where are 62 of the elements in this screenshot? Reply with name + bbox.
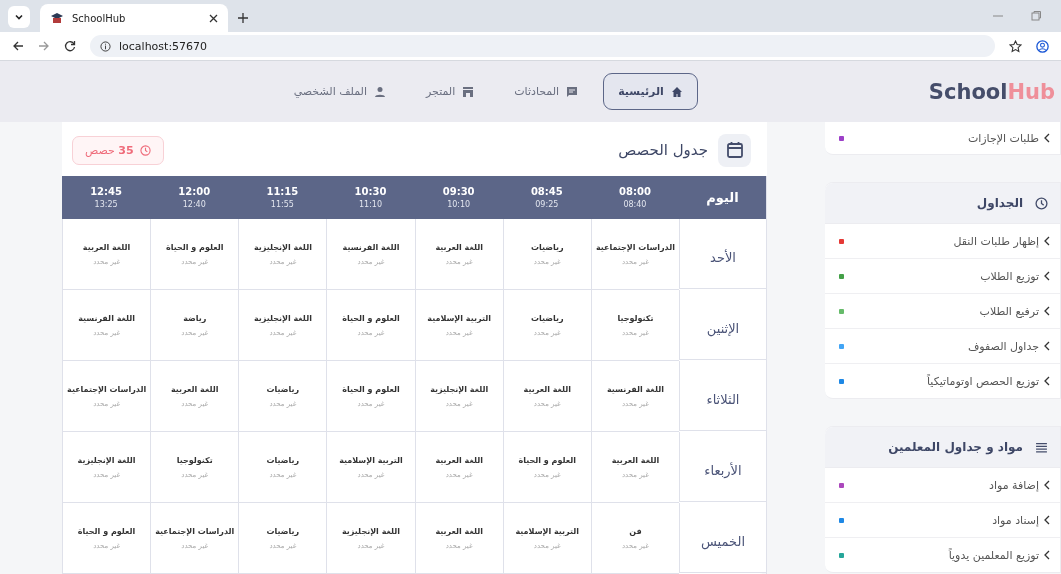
period-header: 12:45 13:25 bbox=[62, 176, 151, 219]
nav-tab[interactable]: الملف الشخصي bbox=[278, 73, 401, 110]
clock-icon bbox=[139, 144, 151, 156]
chevron-icon bbox=[1043, 515, 1050, 525]
nav-tab[interactable]: المحادثات bbox=[499, 73, 594, 110]
day-cell: الإثنين bbox=[679, 290, 766, 360]
sidebar-item[interactable]: إسناد مواد bbox=[825, 503, 1060, 538]
day-cell: الأحد bbox=[679, 219, 766, 289]
home-icon bbox=[670, 85, 683, 98]
section-title: مواد و جداول المعلمين bbox=[888, 440, 1023, 454]
chevron-icon bbox=[14, 12, 24, 22]
day-cell: الخميس bbox=[679, 503, 766, 573]
person-icon bbox=[374, 85, 386, 98]
column-header: اليوم bbox=[679, 176, 766, 219]
sidebar-item[interactable]: طلبات الإجازات bbox=[825, 122, 1060, 154]
store-icon bbox=[462, 85, 475, 98]
profile-icon[interactable] bbox=[1036, 39, 1049, 53]
section-title: الجداول bbox=[976, 196, 1023, 210]
chevron-icon bbox=[1043, 236, 1050, 246]
back-icon[interactable] bbox=[12, 40, 24, 52]
sidebar-item[interactable]: ترفيع الطلاب bbox=[825, 294, 1060, 329]
sidebar-item[interactable]: توزيع الطلاب bbox=[825, 259, 1060, 294]
browser-tab[interactable]: SchoolHub bbox=[40, 4, 228, 32]
chevron-icon bbox=[1043, 306, 1050, 316]
school-icon bbox=[50, 12, 64, 24]
logo[interactable]: SchoolHub bbox=[922, 79, 1061, 104]
chevron-icon bbox=[1043, 341, 1050, 351]
forward-icon[interactable] bbox=[38, 40, 50, 52]
sidebar-item[interactable]: إظهار طلبات النقل bbox=[825, 224, 1060, 259]
reload-icon[interactable] bbox=[64, 40, 76, 52]
close-icon[interactable] bbox=[209, 13, 218, 23]
schedule-title: جدول الحصص bbox=[617, 141, 708, 159]
sidebar-item[interactable]: إضافة مواد bbox=[825, 468, 1060, 503]
chevron-icon bbox=[1043, 133, 1050, 143]
star-icon[interactable] bbox=[1009, 39, 1022, 53]
tab-title: SchoolHub bbox=[72, 12, 127, 24]
day-cell: الثلاثاء bbox=[679, 361, 766, 431]
nav-tab[interactable]: المتجر bbox=[411, 73, 490, 110]
info-icon bbox=[100, 40, 111, 52]
chat-icon bbox=[566, 85, 579, 98]
nav-tab[interactable]: الرئيسية bbox=[603, 73, 698, 110]
sidebar-item[interactable]: توزيع الحصص اوتوماتيكياً bbox=[825, 364, 1060, 398]
period-header: 12:00 12:40 bbox=[150, 176, 239, 219]
chevron-icon bbox=[1043, 550, 1050, 560]
chevron-icon bbox=[1043, 480, 1050, 490]
period-header: 09:30 10:10 bbox=[414, 176, 503, 219]
address-bar[interactable]: localhost:57670 bbox=[90, 35, 995, 57]
calendar-icon bbox=[718, 133, 751, 167]
chevron-icon bbox=[1043, 271, 1050, 281]
clock-icon bbox=[1035, 196, 1048, 210]
period-header: 11:15 11:55 bbox=[238, 176, 327, 219]
restore-icon[interactable] bbox=[1031, 11, 1041, 21]
tab-list-button[interactable] bbox=[8, 6, 30, 28]
period-header: 08:45 09:25 bbox=[502, 176, 591, 219]
sidebar-item[interactable]: جداول الصفوف bbox=[825, 329, 1060, 364]
chevron-icon bbox=[1043, 376, 1050, 386]
period-header: 08:00 08:40 bbox=[590, 176, 679, 219]
new-tab-icon[interactable] bbox=[238, 13, 248, 23]
period-header: 10:30 11:10 bbox=[326, 176, 415, 219]
sidebar-item[interactable]: توزيع المعلمين يدوياً bbox=[825, 538, 1060, 572]
day-cell: الأربعاء bbox=[679, 432, 766, 502]
list-icon bbox=[1035, 440, 1048, 454]
